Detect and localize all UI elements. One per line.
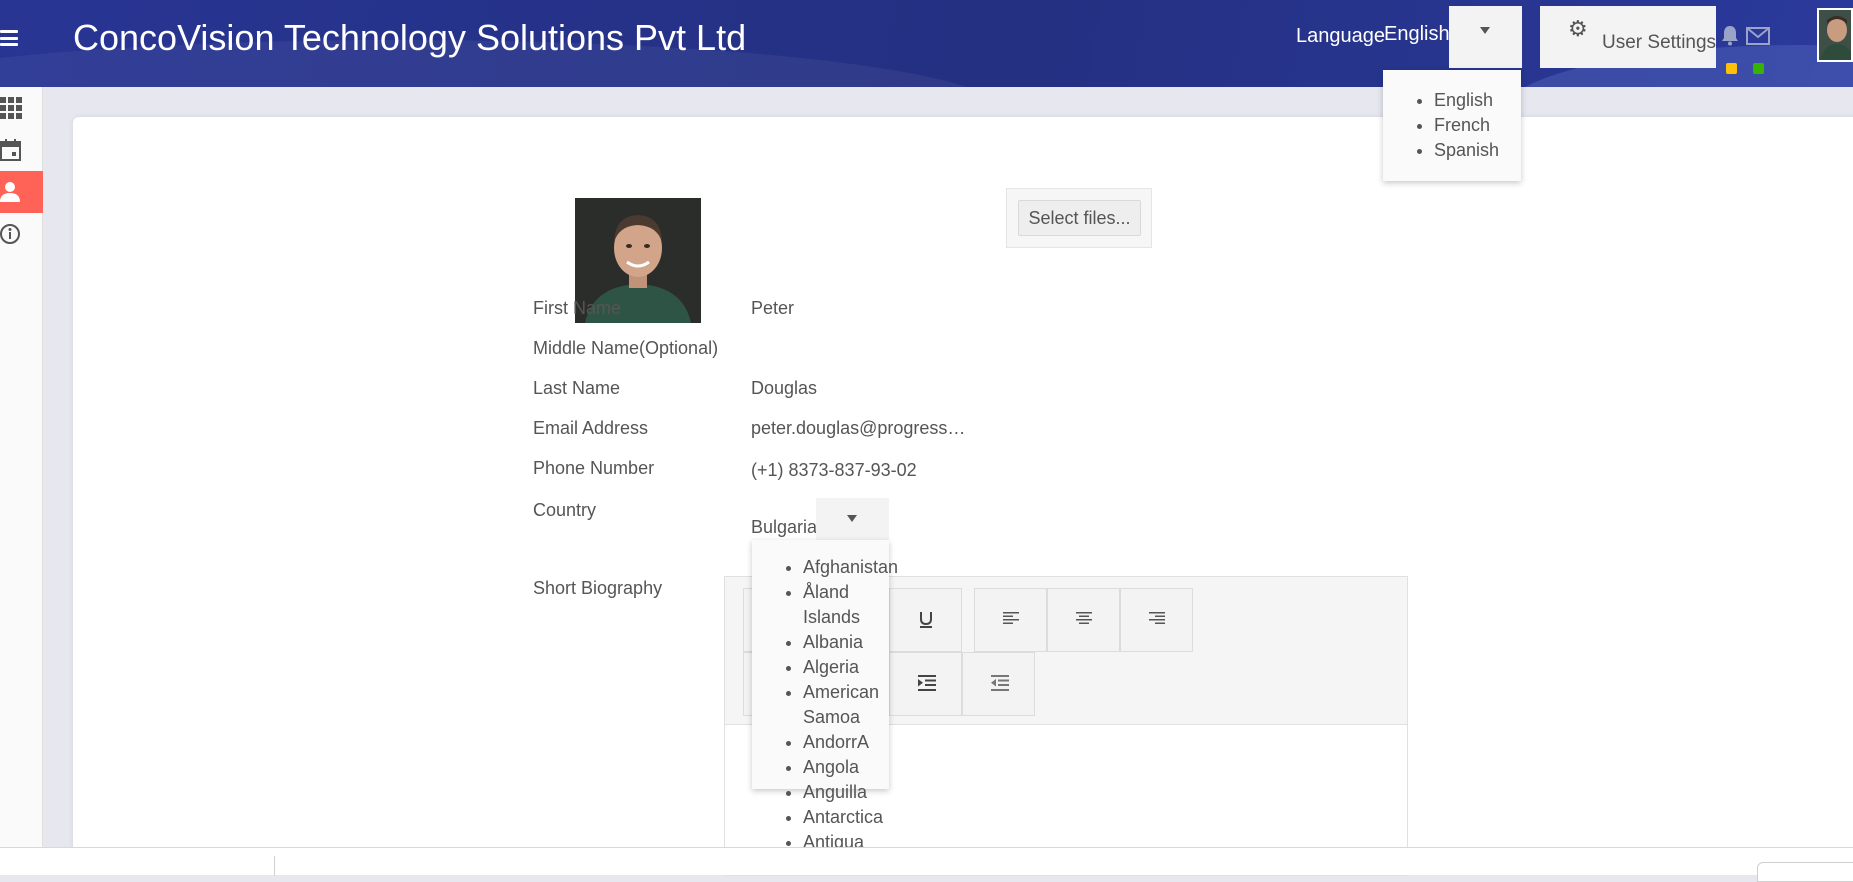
footer-bar <box>0 847 1853 882</box>
caret-down-icon <box>1480 27 1490 34</box>
first-name-value[interactable]: Peter <box>751 298 794 319</box>
indent-icon <box>918 675 936 691</box>
first-name-label: First Name <box>533 298 622 318</box>
country-option[interactable]: Angola <box>803 755 893 780</box>
align-left-button[interactable] <box>974 588 1047 652</box>
app-title: ConcoVision Technology Solutions Pvt Ltd <box>73 17 747 58</box>
sidebar-item-profile[interactable] <box>0 171 43 213</box>
grid-icon <box>0 97 22 119</box>
sidebar-item-dashboard[interactable] <box>0 87 43 129</box>
email-value[interactable]: peter.douglas@progress… <box>751 418 965 439</box>
language-option[interactable]: Spanish <box>1434 138 1521 163</box>
calendar-icon <box>0 139 21 161</box>
sidebar-item-planning[interactable] <box>0 129 43 171</box>
language-selected-value[interactable]: English <box>1384 23 1450 46</box>
info-icon <box>0 224 20 244</box>
country-option[interactable]: Antarctica <box>803 805 893 830</box>
notification-badge <box>1726 63 1737 74</box>
phone-label: Phone Number <box>533 458 655 478</box>
align-center-icon <box>1076 612 1092 624</box>
language-option[interactable]: English <box>1434 88 1521 113</box>
language-options-list: English French Spanish <box>1383 70 1521 163</box>
last-name-label: Last Name <box>533 378 621 398</box>
country-option[interactable]: Afghanistan <box>803 555 898 580</box>
align-left-icon <box>1003 612 1019 624</box>
language-dropdown-popup: English French Spanish <box>1383 70 1521 181</box>
hamburger-menu-icon[interactable] <box>0 30 18 46</box>
footer-divider <box>274 856 275 876</box>
country-option[interactable]: Algeria <box>803 655 893 680</box>
footer-corner-tab <box>1757 862 1853 882</box>
mail-icon[interactable] <box>1746 27 1770 45</box>
mail-badge <box>1753 63 1764 74</box>
language-option[interactable]: French <box>1434 113 1521 138</box>
gear-icon: ⚙ <box>1568 16 1588 41</box>
align-right-icon <box>1149 612 1165 624</box>
user-icon <box>0 182 20 202</box>
file-upload-area: Select files... <box>1006 188 1152 248</box>
language-label: Language <box>1296 25 1385 47</box>
country-dropdown-button[interactable] <box>816 498 889 540</box>
top-header: ConcoVision Technology Solutions Pvt Ltd… <box>0 0 1853 87</box>
align-right-button[interactable] <box>1120 588 1193 652</box>
country-label: Country <box>533 500 597 520</box>
outdent-icon <box>991 675 1009 691</box>
country-option[interactable]: Åland Islands <box>803 580 893 630</box>
country-option[interactable]: American Samoa <box>803 680 893 730</box>
bell-icon[interactable] <box>1720 24 1740 46</box>
country-options-list: Afghanistan Åland Islands Albania Algeri… <box>752 555 912 855</box>
last-name-value[interactable]: Douglas <box>751 378 817 399</box>
outdent-button[interactable] <box>962 652 1035 716</box>
align-center-button[interactable] <box>1047 588 1120 652</box>
country-option[interactable]: Albania <box>803 630 893 655</box>
email-label: Email Address <box>533 418 649 438</box>
country-selected-value[interactable]: Bulgaria <box>751 517 817 538</box>
user-settings-button[interactable]: ⚙ User Settings <box>1540 6 1716 68</box>
phone-value[interactable]: (+1) 8373-837-93-02 <box>751 460 917 481</box>
side-navigation <box>0 87 43 847</box>
country-option[interactable]: Anguilla <box>803 780 893 805</box>
avatar[interactable] <box>1817 8 1853 62</box>
select-files-button[interactable]: Select files... <box>1018 200 1141 236</box>
biography-label: Short Biography <box>533 578 663 598</box>
middle-name-label: Middle Name(Optional) <box>533 338 719 358</box>
language-dropdown-button[interactable] <box>1449 6 1522 68</box>
country-option[interactable]: AndorrA <box>803 730 893 755</box>
underline-icon <box>920 612 932 628</box>
caret-down-icon <box>847 515 857 522</box>
user-settings-label: User Settings <box>1602 32 1717 53</box>
sidebar-item-info[interactable] <box>0 213 43 255</box>
